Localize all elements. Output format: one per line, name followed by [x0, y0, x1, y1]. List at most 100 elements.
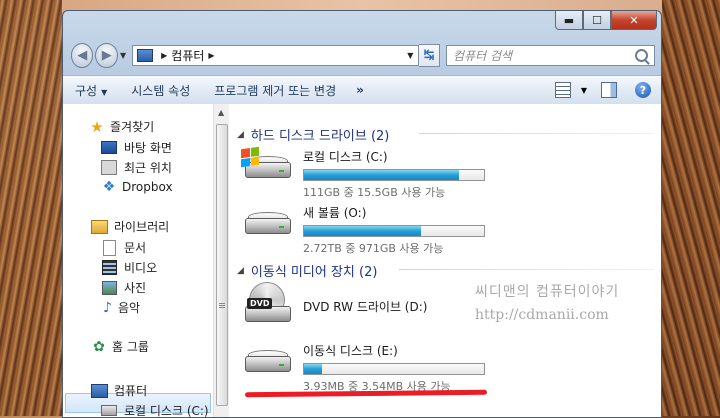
arrow-left-icon: ◀: [77, 47, 88, 63]
capacity-bar: [303, 169, 485, 181]
content-pane: ◢ 하드 디스크 드라이브 (2) 로컬 디스크 (C:) 111GB 중 15…: [229, 104, 661, 417]
organize-label: 구성: [75, 83, 98, 98]
background-hair-right: [662, 0, 720, 416]
group-header-removable[interactable]: ◢ 이동식 미디어 장치 (2): [237, 261, 377, 280]
search-icon[interactable]: [635, 48, 649, 62]
hard-drive-icon: [243, 204, 295, 248]
nav-item-documents[interactable]: 문서: [101, 239, 146, 256]
nav-label: Dropbox: [122, 180, 173, 194]
address-field[interactable]: ▶ 컴퓨터 ▶ ▼: [132, 44, 420, 66]
nav-label: 라이브러리: [114, 220, 170, 234]
capacity-bar: [303, 363, 485, 375]
removable-drive-icon: [243, 342, 295, 386]
watermark: 씨디맨의 컴퓨터이야기 http://cdmanii.com: [475, 281, 619, 327]
group-divider: [419, 133, 654, 134]
dvd-drive-icon: DVD: [243, 282, 295, 328]
computer-icon: [91, 383, 108, 398]
nav-item-computer[interactable]: 컴퓨터: [91, 382, 147, 399]
library-folder-icon: [91, 219, 108, 234]
chevron-down-icon: ▼: [101, 87, 108, 97]
recent-pages-dropdown[interactable]: ▼: [120, 51, 126, 60]
search-input[interactable]: 컴퓨터 검색: [446, 44, 656, 66]
view-dropdown-icon[interactable]: ▼: [581, 86, 587, 95]
nav-item-libraries[interactable]: 라이브러리: [91, 218, 169, 235]
change-view-icon[interactable]: [554, 82, 571, 98]
windows-logo-icon: [241, 146, 259, 168]
star-icon: ★: [90, 117, 104, 136]
watermark-url: http://cdmanii.com: [475, 307, 609, 323]
nav-label: 사진: [124, 281, 147, 295]
drive-item-e[interactable]: 이동식 디스크 (E:) 3.93MB 중 3.54MB 사용 가능: [243, 342, 485, 394]
refresh-button[interactable]: ↹: [419, 43, 441, 67]
nav-item-dropbox[interactable]: ❖ Dropbox: [101, 179, 173, 195]
breadcrumb-computer[interactable]: 컴퓨터: [171, 47, 204, 64]
background-hair-left: [0, 0, 62, 416]
capacity-bar-fill: [304, 364, 322, 374]
nav-item-pictures[interactable]: 사진: [101, 279, 146, 296]
desktop-icon: [101, 141, 117, 154]
breadcrumb-chevron-icon[interactable]: ▶: [161, 51, 167, 60]
breadcrumb-chevron-icon[interactable]: ▶: [208, 51, 214, 60]
collapse-triangle-icon[interactable]: ◢: [237, 266, 244, 276]
drive-name: 이동식 디스크 (E:): [303, 344, 398, 358]
preview-pane-icon[interactable]: [601, 82, 617, 98]
back-button[interactable]: ◀: [71, 42, 94, 68]
homegroup-icon: ✿: [93, 338, 105, 355]
document-icon: [103, 239, 116, 256]
nav-item-desktop[interactable]: 바탕 화면: [101, 139, 172, 156]
caption-buttons: ▬ ☐ ✕: [555, 11, 657, 30]
address-bar-row: ◀ ▶ ▼ ▶ 컴퓨터 ▶ ▼ ↹ 컴퓨터 검색: [71, 41, 656, 69]
navigation-pane: ★ 즐겨찾기 바탕 화면 최근 위치 ❖ Dropbox 라이브러리 문서 비디…: [63, 104, 214, 417]
help-icon[interactable]: ?: [635, 82, 651, 98]
drive-name: 로컬 디스크 (C:): [303, 150, 388, 164]
windows-drive-icon: [241, 146, 295, 192]
music-note-icon: ♪: [103, 299, 112, 316]
address-dropdown-icon[interactable]: ▼: [402, 51, 418, 60]
explorer-body: ★ 즐겨찾기 바탕 화면 최근 위치 ❖ Dropbox 라이브러리 문서 비디…: [63, 104, 661, 417]
drive-item-d[interactable]: DVD DVD RW 드라이브 (D:): [243, 282, 427, 328]
maximize-button[interactable]: ☐: [583, 11, 611, 30]
search-placeholder: 컴퓨터 검색: [453, 48, 513, 63]
drive-item-c[interactable]: 로컬 디스크 (C:) 111GB 중 15.5GB 사용 가능: [241, 146, 485, 200]
nav-item-recent[interactable]: 최근 위치: [101, 159, 172, 176]
explorer-window: ▬ ☐ ✕ ◀ ▶ ▼ ▶ 컴퓨터 ▶ ▼ ↹ 컴퓨터 검색 구성 ▼ 시스템 속…: [62, 10, 662, 418]
drive-item-o[interactable]: 새 볼륨 (O:) 2.72TB 중 971GB 사용 가능: [243, 204, 485, 256]
dropbox-icon: ❖: [102, 179, 116, 195]
group-divider: [399, 269, 654, 270]
nav-label: 비디오: [124, 261, 158, 275]
arrow-right-icon: ▶: [101, 47, 112, 63]
collapse-triangle-icon[interactable]: ◢: [237, 130, 244, 140]
system-properties-button[interactable]: 시스템 속성: [119, 82, 202, 99]
nav-label: 컴퓨터: [114, 384, 148, 398]
picture-icon: [102, 280, 117, 295]
forward-button[interactable]: ▶: [95, 42, 118, 68]
command-bar: 구성 ▼ 시스템 속성 프로그램 제거 또는 변경 » ▼ ?: [63, 75, 661, 105]
drive-name: 새 볼륨 (O:): [303, 206, 367, 220]
capacity-bar-fill: [304, 170, 459, 180]
organize-button[interactable]: 구성 ▼: [63, 82, 119, 99]
watermark-title: 씨디맨의 컴퓨터이야기: [475, 284, 620, 300]
scroll-up-arrow-icon[interactable]: ▲: [218, 108, 224, 117]
nav-item-favorites[interactable]: ★ 즐겨찾기: [89, 117, 155, 136]
computer-icon: [137, 48, 154, 62]
refresh-icon: ↹: [423, 47, 435, 63]
dvd-badge: DVD: [247, 298, 273, 309]
nav-scrollbar[interactable]: ▲: [213, 104, 229, 417]
nav-label: 홈 그룹: [112, 340, 149, 354]
nav-item-homegroup[interactable]: ✿ 홈 그룹: [91, 338, 149, 355]
minimize-button[interactable]: ▬: [555, 11, 583, 30]
group-header-hard-disks[interactable]: ◢ 하드 디스크 드라이브 (2): [237, 125, 389, 144]
capacity-bar: [303, 225, 485, 237]
close-button[interactable]: ✕: [611, 11, 657, 30]
nav-label: 즐겨찾기: [110, 120, 155, 134]
scroll-grip: [219, 303, 225, 304]
more-commands-button[interactable]: »: [348, 83, 372, 97]
nav-item-videos[interactable]: 비디오: [101, 259, 157, 276]
nav-item-music[interactable]: ♪ 음악: [101, 299, 140, 316]
film-icon: [102, 260, 117, 275]
nav-label: 문서: [124, 241, 147, 255]
group-title: 이동식 미디어 장치 (2): [250, 265, 378, 280]
capacity-bar-fill: [304, 226, 421, 236]
scroll-thumb[interactable]: [216, 124, 228, 406]
uninstall-program-button[interactable]: 프로그램 제거 또는 변경: [202, 82, 348, 99]
